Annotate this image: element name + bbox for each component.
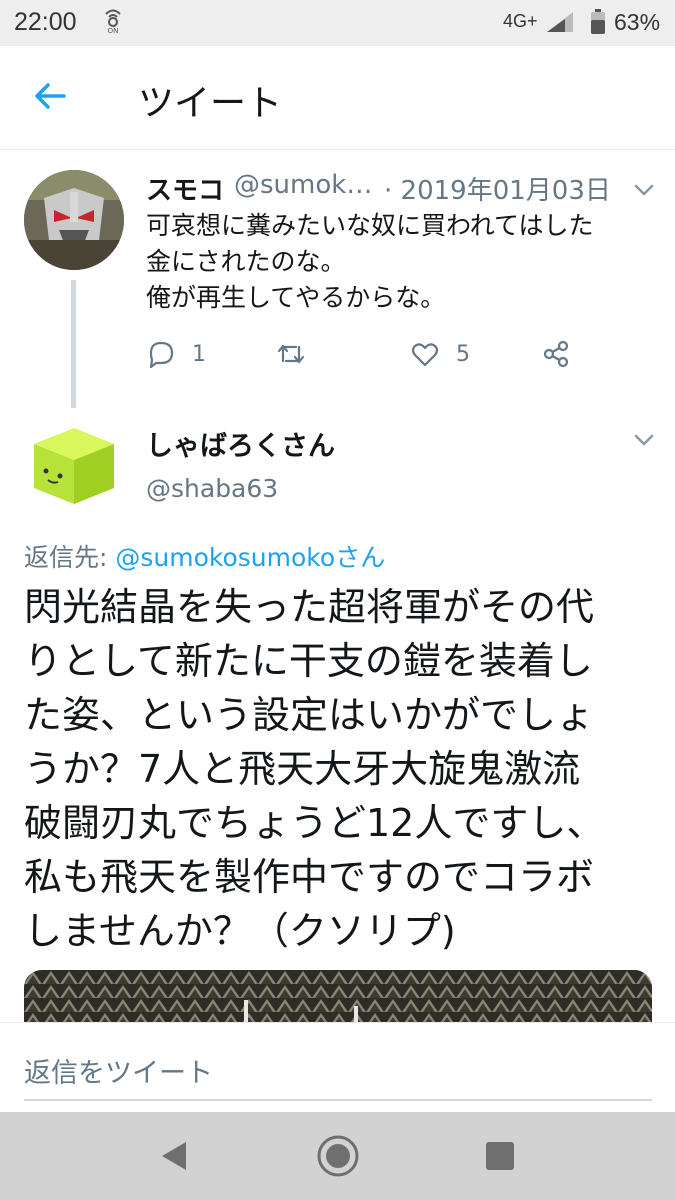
system-nav-bar (0, 1112, 675, 1200)
share-button[interactable] (541, 334, 571, 374)
replying-to-label: 返信先: (24, 543, 116, 572)
parent-tweet-date: · 2019年01月03日 (384, 176, 611, 206)
media-image (24, 970, 652, 1022)
reply-author-name[interactable]: しゃばろくさん (146, 424, 335, 463)
signal-icon (547, 12, 573, 32)
app-header: ツイート (0, 46, 675, 150)
reply-compose-bar[interactable]: 返信をツイート (0, 1022, 675, 1112)
reply-input-placeholder[interactable]: 返信をツイート (24, 1051, 213, 1090)
tweet-media[interactable] (24, 970, 652, 1022)
like-icon (411, 343, 439, 367)
nav-home-icon[interactable] (314, 1132, 362, 1180)
replying-to-mention[interactable]: @sumokosumoko (115, 543, 335, 572)
nav-recents-icon[interactable] (476, 1132, 524, 1180)
reply-icon (149, 341, 174, 369)
back-arrow-icon[interactable] (30, 76, 70, 116)
tweet-actions: 1 5 (146, 334, 616, 374)
svg-text:ON: ON (108, 27, 119, 34)
parent-author-handle[interactable]: @sumok… (234, 170, 372, 200)
retweet-icon (277, 344, 305, 364)
chevron-down-icon[interactable] (632, 178, 656, 202)
chevron-down-icon[interactable] (632, 428, 656, 452)
input-underline (24, 1099, 652, 1101)
replying-to: 返信先: @sumokosumokoさん (24, 538, 385, 574)
like-count: 5 (456, 341, 470, 367)
avatar-image (24, 170, 124, 270)
status-time: 22:00 (14, 8, 77, 36)
reply-button[interactable]: 1 (146, 334, 206, 374)
reply-count: 1 (192, 341, 206, 367)
reply-tweet-text: 閃光結晶を失った超将軍がその代 りとして新たに干支の鎧を装着し た姿、という設定… (24, 585, 605, 953)
parent-tweet-text: 可哀想に糞みたいな奴に買われてはした 金にされたのな。 俺が再生してやるからな。 (146, 211, 594, 312)
share-icon (543, 340, 569, 368)
nav-back-icon[interactable] (150, 1132, 198, 1180)
avatar[interactable] (24, 416, 124, 516)
nfc-icon: ON (105, 9, 121, 34)
page-title: ツイート (138, 83, 283, 124)
status-bar: 22:00 ON 4G+ 63% (0, 0, 675, 46)
battery-icon (591, 9, 605, 34)
battery-percent: 63% (614, 9, 661, 35)
replying-to-suffix: さん (335, 543, 386, 572)
avatar[interactable] (24, 170, 124, 270)
parent-author-name[interactable]: スモコ (146, 170, 224, 207)
thread-line (71, 280, 76, 408)
avatar-image (24, 416, 124, 516)
like-button[interactable]: 5 (410, 334, 470, 374)
reply-author-handle[interactable]: @shaba63 (146, 474, 278, 503)
retweet-button[interactable] (276, 334, 306, 374)
network-type: 4G+ (503, 11, 538, 31)
